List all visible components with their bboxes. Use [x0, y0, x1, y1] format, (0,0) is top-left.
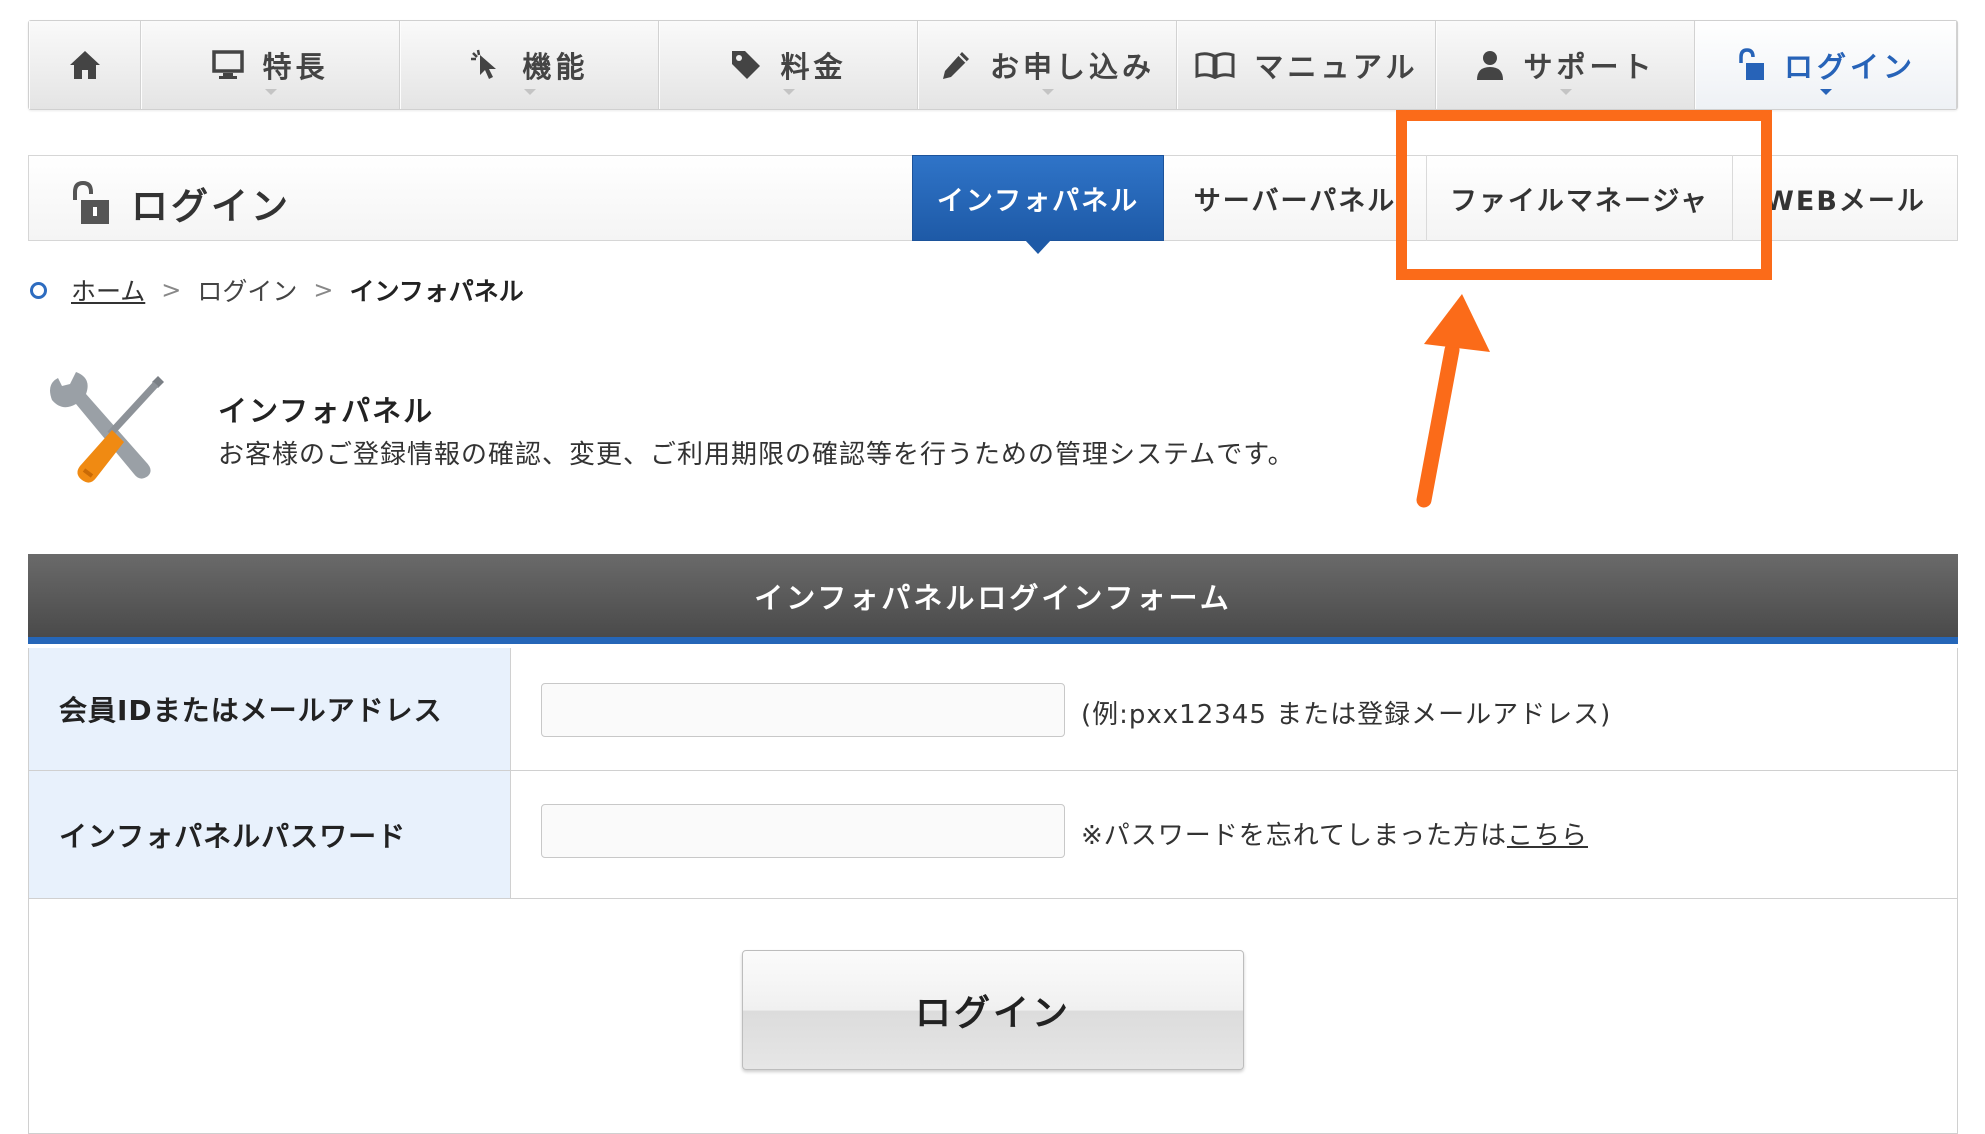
breadcrumb-separator: > — [313, 276, 334, 304]
monitor-icon — [212, 50, 245, 79]
top-navigation: 特長 機能 料金 お申し込み マニュアル サポート ログイン — [28, 20, 1958, 110]
tab-label: サーバーパネル — [1193, 185, 1397, 217]
password-row: インフォパネルパスワード ※パスワードを忘れてしまった方はこちら — [29, 771, 1957, 899]
dropdown-caret-icon — [1820, 89, 1832, 95]
breadcrumb-home-link[interactable]: ホーム — [71, 272, 145, 308]
tab-label: WEBメール — [1764, 185, 1926, 217]
breadcrumb-separator: > — [161, 276, 182, 304]
person-icon — [1477, 51, 1504, 80]
tools-icon — [50, 372, 164, 483]
forgot-password-link[interactable]: こちら — [1507, 821, 1588, 851]
nav-functions[interactable]: 機能 — [400, 21, 659, 109]
nav-support[interactable]: サポート — [1436, 21, 1695, 109]
password-label: インフォパネルパスワード — [29, 771, 511, 898]
annotation-highlight-box — [1396, 110, 1772, 280]
dropdown-caret-icon — [523, 89, 536, 95]
book-icon — [1195, 52, 1235, 79]
nav-functions-label: 機能 — [522, 50, 589, 84]
tab-serverpanel[interactable]: サーバーパネル — [1164, 155, 1426, 241]
form-heading: インフォパネルログインフォーム — [28, 554, 1958, 644]
nav-manual-label: マニュアル — [1254, 50, 1419, 84]
nav-support-label: サポート — [1523, 50, 1656, 84]
nav-features-label: 特長 — [262, 50, 329, 84]
unlock-icon — [1739, 48, 1764, 80]
login-button[interactable]: ログイン — [742, 950, 1244, 1070]
page-title-text: ログイン — [131, 185, 291, 228]
password-hint: ※パスワードを忘れてしまった方はこちら — [1081, 815, 1588, 852]
password-hint-text: ※パスワードを忘れてしまった方は — [1081, 821, 1507, 851]
nav-manual[interactable]: マニュアル — [1177, 21, 1436, 109]
member-id-hint: (例:pxx12345 または登録メールアドレス) — [1081, 700, 1612, 730]
breadcrumb-login: ログイン — [197, 277, 298, 306]
bullet-icon — [30, 281, 47, 299]
dropdown-caret-icon — [782, 89, 795, 95]
nav-home[interactable] — [29, 21, 141, 109]
nav-login[interactable]: ログイン — [1695, 21, 1957, 109]
member-id-row: 会員IDまたはメールアドレス (例:pxx12345 または登録メールアドレス) — [29, 648, 1957, 771]
nav-login-label: ログイン — [1783, 50, 1916, 84]
member-id-label: 会員IDまたはメールアドレス — [29, 648, 511, 770]
tag-icon — [732, 51, 761, 79]
breadcrumb-current: インフォパネル — [349, 277, 524, 306]
tab-infopanel[interactable]: インフォパネル — [912, 155, 1164, 254]
nav-apply[interactable]: お申し込み — [918, 21, 1177, 109]
unlock-icon — [73, 180, 109, 224]
cursor-icon — [471, 49, 497, 79]
intro-title: インフォパネル — [218, 394, 435, 428]
password-input[interactable] — [541, 804, 1065, 858]
dropdown-caret-icon — [1041, 89, 1054, 95]
nav-pricing[interactable]: 料金 — [659, 21, 918, 109]
dropdown-caret-icon — [1559, 89, 1572, 95]
intro-description: お客様のご登録情報の確認、変更、ご利用期限の確認等を行うための管理システムです。 — [218, 440, 1295, 470]
nav-features[interactable]: 特長 — [141, 21, 400, 109]
member-id-input[interactable] — [541, 683, 1065, 737]
breadcrumb: ホーム > ログイン > インフォパネル — [30, 272, 524, 308]
home-icon — [70, 51, 100, 79]
pencil-icon — [942, 52, 969, 79]
dropdown-caret-icon — [264, 89, 277, 95]
tab-label: インフォパネル — [936, 185, 1140, 217]
page-title: ログイン — [69, 176, 291, 230]
nav-apply-label: お申し込み — [989, 50, 1155, 84]
nav-pricing-label: 料金 — [780, 50, 847, 84]
